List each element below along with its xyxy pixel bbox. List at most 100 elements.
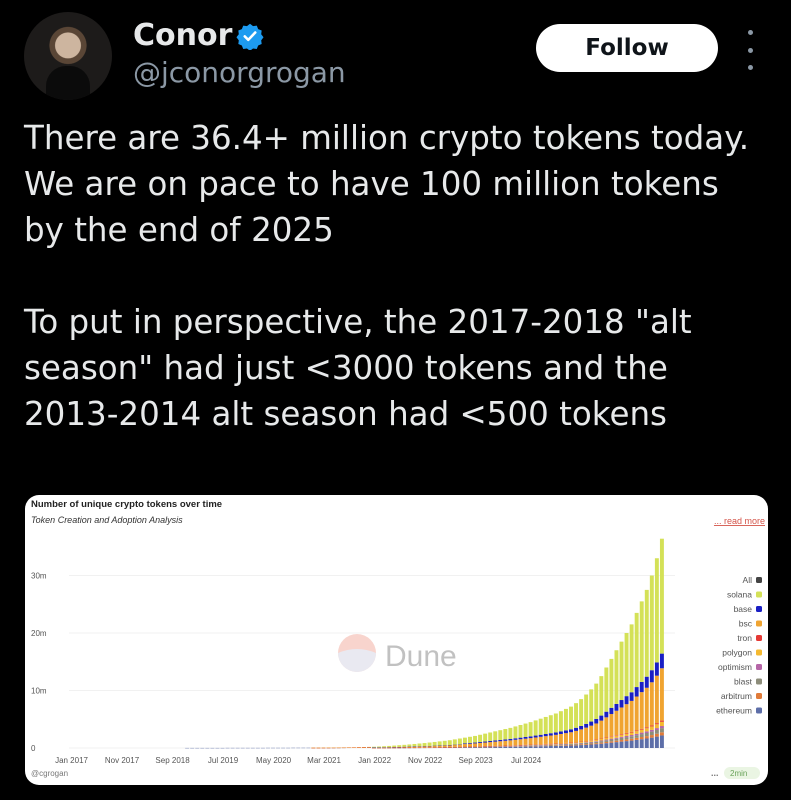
bar-segment-base [503, 739, 508, 741]
bar-segment-solana [533, 720, 538, 736]
bar-segment-bsc [634, 696, 639, 731]
bar-segment-solana [654, 558, 659, 663]
bar [644, 589, 649, 748]
bar-segment-bsc [498, 741, 503, 746]
bar-segment-solana [634, 612, 639, 688]
bar-segment-base [649, 670, 654, 683]
bar-segment-bsc [629, 700, 634, 732]
legend-swatch [756, 620, 762, 627]
legend-swatch [756, 678, 762, 685]
legend-label: tron [737, 633, 752, 643]
bar-segment-blast [624, 737, 629, 740]
verified-badge-icon [236, 23, 264, 50]
bar-segment-solana [659, 538, 664, 654]
bar-segment-polygon [649, 726, 654, 730]
x-tick-label: Sep 2023 [458, 756, 493, 765]
bar-segment-ethereum [634, 739, 639, 748]
bar-segment-tron [649, 725, 654, 727]
bar [473, 735, 478, 748]
bar-segment-arbitrum [589, 743, 594, 745]
bar-segment-bsc [644, 687, 649, 728]
bar [569, 706, 573, 748]
bar-segment-bsc [478, 742, 483, 747]
bar-segment-base [594, 718, 599, 724]
legend-swatch [756, 635, 762, 641]
bar-segment-blast [619, 737, 624, 741]
bar-segment-blast [569, 744, 573, 745]
bar-segment-arbitrum [584, 743, 589, 745]
bar-segment-bsc [649, 682, 654, 726]
bar-segment-solana [457, 738, 462, 745]
bar-segment-base [462, 743, 467, 745]
bar-segment-polygon [624, 733, 629, 736]
y-axis: 0 10m 20m 30m [31, 572, 47, 754]
footer-dots[interactable]: ... [711, 768, 719, 778]
bar-segment-solana [447, 740, 452, 746]
bar-segment-polygon [634, 731, 639, 734]
bar-segment-optimism [584, 742, 589, 743]
bar-segment-ethereum [639, 739, 644, 748]
bar-segment-base [523, 736, 528, 739]
bar-segment-ethereum [518, 746, 523, 748]
bar-segment-base [574, 727, 579, 731]
bar-segment-bsc [589, 725, 594, 741]
bar-segment-base [569, 729, 573, 733]
bar-segment-bsc [508, 740, 513, 746]
bar-segment-base [533, 735, 538, 738]
x-tick-label: Mar 2021 [307, 756, 341, 765]
bar [457, 738, 462, 748]
bar-segment-solana [387, 745, 392, 748]
bar [574, 703, 579, 748]
bar-segment-base [488, 741, 493, 743]
legend-label: blast [734, 677, 753, 687]
media-card[interactable]: Number of unique crypto tokens over time… [25, 495, 768, 785]
bar-segment-solana [452, 739, 457, 745]
x-tick-label: May 2020 [256, 756, 292, 765]
read-more-link[interactable]: ... read more [714, 516, 765, 526]
bar [331, 747, 336, 749]
bar-segment-ethereum [553, 745, 558, 748]
bar-segment-ethereum [584, 744, 589, 748]
bar-segment-blast [599, 741, 604, 743]
x-tick-label: Jan 2017 [55, 756, 88, 765]
bar [402, 744, 407, 749]
avatar[interactable] [24, 12, 112, 100]
bar-segment-ethereum [629, 740, 634, 748]
bar-segment-bsc [548, 735, 553, 744]
bar-segment-solana [407, 744, 412, 747]
author-name[interactable]: Conor [133, 18, 232, 53]
bar [558, 711, 563, 748]
bar-segment-arbitrum [569, 744, 573, 746]
bar-segment-arbitrum [558, 745, 563, 746]
bar-segment-base [563, 730, 568, 734]
bar [503, 729, 508, 748]
legend-swatch [756, 649, 762, 656]
bar-segment-solana [584, 694, 589, 724]
bar-segment-base [659, 653, 664, 669]
bar-segment-tron [634, 730, 639, 732]
bar [599, 676, 604, 748]
bar-segment-ethereum [493, 747, 498, 748]
x-tick-label: Nov 2022 [408, 756, 443, 765]
bar [432, 741, 437, 749]
chart-legend: All solana base bsc tron polygon optimism blast… [716, 575, 762, 716]
bar-segment-blast [634, 735, 639, 738]
bar-segment-polygon [574, 742, 579, 744]
follow-button[interactable]: Follow [536, 24, 718, 72]
author-handle[interactable]: @jconorgrogan [133, 56, 346, 89]
bar [422, 743, 427, 749]
bar [533, 720, 538, 748]
bar-segment-solana [397, 745, 402, 747]
bar-segment-base [538, 734, 543, 737]
bar-segment-ethereum [569, 745, 573, 748]
bar [639, 601, 644, 748]
more-options-icon[interactable] [744, 30, 756, 70]
bar-segment-bsc [614, 710, 619, 736]
legend-swatch [756, 664, 762, 670]
bar [589, 689, 594, 748]
bar-segment-base [473, 742, 478, 744]
x-tick-label: Jan 2022 [358, 756, 391, 765]
bar [427, 742, 432, 749]
bar-segment-polygon [599, 739, 604, 741]
bar-segment-arbitrum [594, 743, 599, 745]
